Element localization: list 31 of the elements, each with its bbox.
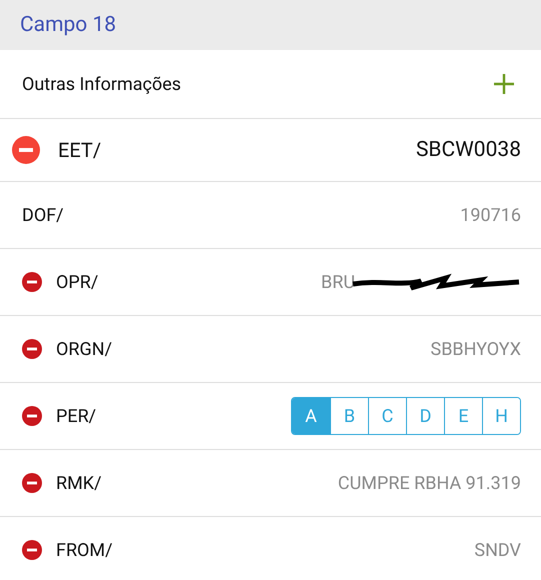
field-value[interactable]: 190716 [460,204,521,226]
field-label: EET/ [58,138,102,162]
list-row[interactable]: OPR/ BRU [0,249,541,316]
list-row[interactable]: EET/ SBCW0038 [0,119,541,182]
remove-icon[interactable] [22,540,42,560]
list-row[interactable]: ORGN/ SBBHYOYX [0,316,541,383]
field-label: OPR/ [56,272,98,292]
list-row[interactable]: PER/ A B C D E H [0,383,541,450]
field-label: RMK/ [56,472,102,494]
field-value[interactable]: BRU [321,272,355,292]
field-value[interactable]: SBBHYOYX [430,338,521,360]
remove-icon[interactable] [22,473,42,493]
field-label: ORGN/ [56,338,112,360]
field-label: FROM/ [56,540,113,560]
field-label: DOF/ [22,204,64,226]
remove-icon[interactable] [22,406,42,426]
list-row[interactable]: RMK/ CUMPRE RBHA 91.319 [0,450,541,517]
field-label: PER/ [56,406,96,426]
segment-option[interactable]: H [482,398,520,434]
remove-icon[interactable] [22,272,42,292]
remove-icon[interactable] [12,136,40,164]
field-value[interactable]: SBCW0038 [416,138,521,162]
field-value[interactable]: CUMPRE RBHA 91.319 [338,472,521,494]
section-title: Outras Informações [22,74,182,94]
list-row[interactable]: FROM/ SNDV [0,517,541,580]
header-title: Campo 18 [20,13,116,37]
list-row[interactable]: DOF/ 190716 [0,182,541,249]
segment-option[interactable]: A [292,398,330,434]
add-icon[interactable] [493,73,515,95]
remove-icon[interactable] [22,339,42,359]
field-value[interactable]: SNDV [474,540,521,560]
